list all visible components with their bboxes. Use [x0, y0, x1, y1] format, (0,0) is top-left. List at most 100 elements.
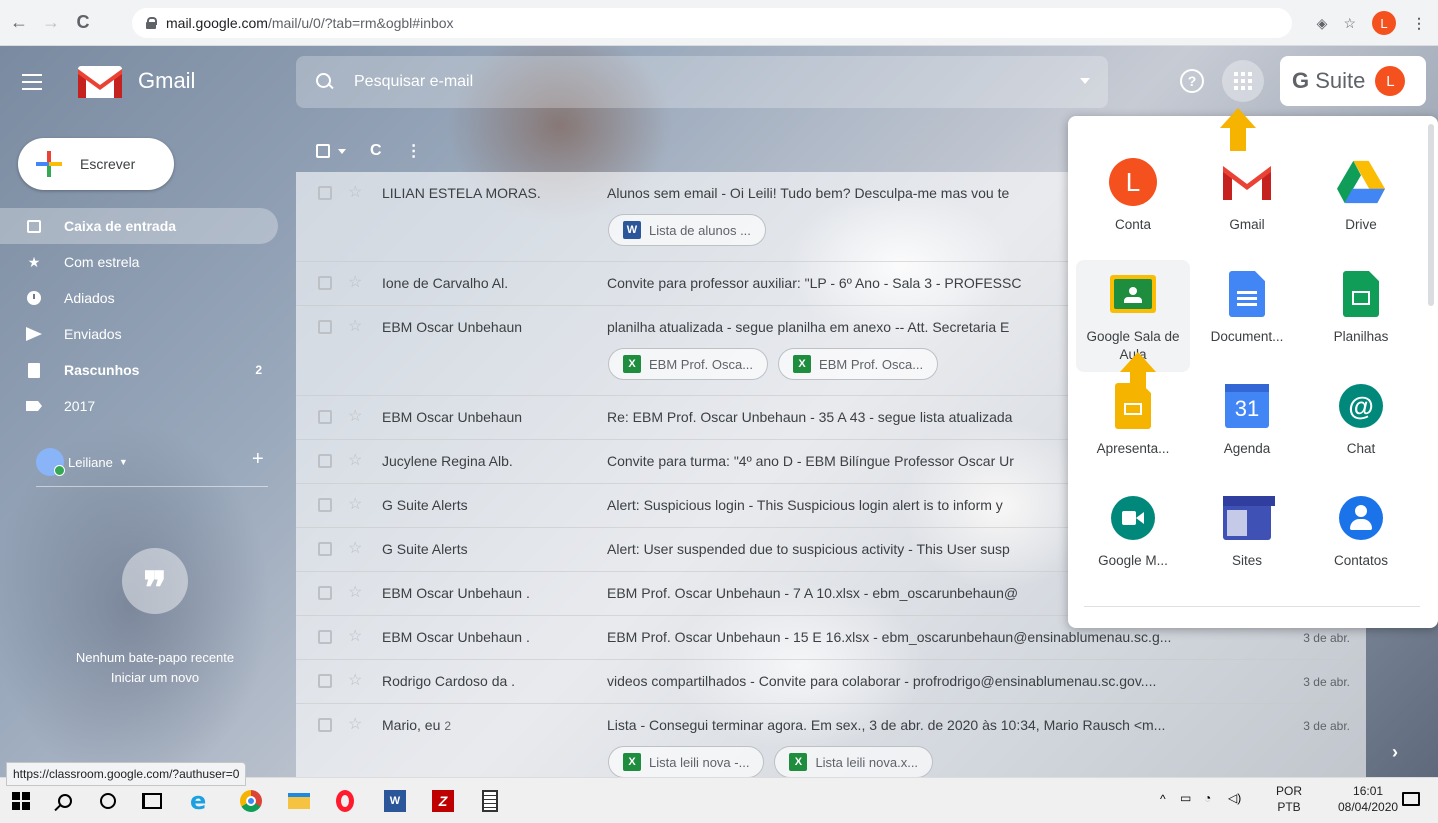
cortana-icon[interactable]	[100, 789, 116, 813]
row-checkbox[interactable]	[318, 498, 332, 512]
search-icon[interactable]	[316, 73, 334, 91]
account-avatar[interactable]: L	[1375, 66, 1406, 96]
star-outline-icon[interactable]: ☆	[348, 538, 362, 558]
row-checkbox[interactable]	[318, 542, 332, 556]
new-chat-plus-icon[interactable]: +	[252, 448, 264, 471]
refresh-icon[interactable]: C	[370, 142, 382, 160]
word-icon[interactable]: W	[384, 789, 406, 813]
star-outline-icon[interactable]: ☆	[348, 316, 362, 336]
file-explorer-icon[interactable]	[288, 789, 310, 813]
sidebar-item-inbox[interactable]: Caixa de entrada	[0, 208, 278, 244]
launcher-app-contacts[interactable]: Contatos	[1304, 484, 1418, 596]
start-new-chat-link[interactable]: Iniciar um novo	[0, 670, 310, 685]
launcher-app-drive[interactable]: Drive	[1304, 148, 1418, 260]
row-checkbox[interactable]	[318, 674, 332, 688]
browser-menu-icon[interactable]: ⋮	[1412, 15, 1426, 32]
select-all-checkbox[interactable]	[316, 144, 330, 158]
attachment-chip[interactable]: X EBM Prof. Osca...	[778, 348, 939, 380]
tray-chevron-up-icon[interactable]: ^	[1160, 792, 1166, 806]
search-input[interactable]	[352, 72, 1052, 92]
row-checkbox[interactable]	[318, 718, 332, 732]
star-outline-icon[interactable]: ☆	[348, 582, 362, 602]
mail-sender: EBM Oscar Unbehaun .	[382, 629, 592, 645]
input-language[interactable]: POR PTB	[1276, 783, 1302, 815]
compose-label: Escrever	[80, 156, 136, 172]
notification-center-icon[interactable]	[1402, 792, 1420, 806]
search-bar[interactable]	[296, 56, 1108, 108]
expand-side-panel-chevron-right-icon[interactable]: ›	[1392, 742, 1398, 763]
star-outline-icon[interactable]: ☆	[348, 670, 362, 690]
launcher-app-chat[interactable]: @ Chat	[1304, 372, 1418, 484]
address-bar[interactable]: mail.google.com/mail/u/0/?tab=rm&ogbl#in…	[132, 8, 1292, 38]
row-checkbox[interactable]	[318, 586, 332, 600]
row-checkbox[interactable]	[318, 186, 332, 200]
chrome-icon[interactable]	[240, 789, 262, 813]
attachment-chip[interactable]: X EBM Prof. Osca...	[608, 348, 769, 380]
back-arrow-icon[interactable]: ←	[6, 10, 32, 36]
star-outline-icon[interactable]: ☆	[348, 272, 362, 292]
gmail-logo-icon[interactable]	[78, 66, 122, 98]
status-bar-url: https://classroom.google.com/?authuser=0	[6, 762, 247, 786]
clock-date: 08/04/2020	[1338, 800, 1399, 814]
taskbar-search-icon[interactable]	[58, 789, 72, 813]
start-button[interactable]	[12, 789, 30, 813]
row-checkbox[interactable]	[318, 320, 332, 334]
star-outline-icon[interactable]: ☆	[348, 406, 362, 426]
row-checkbox[interactable]	[318, 276, 332, 290]
volume-icon[interactable]: ◁)	[1228, 791, 1241, 805]
reload-icon[interactable]: C	[70, 10, 96, 36]
bookmark-star-icon[interactable]: ☆	[1343, 15, 1356, 32]
opera-icon[interactable]	[336, 789, 354, 813]
compose-button[interactable]: Escrever	[18, 138, 174, 190]
calculator-icon[interactable]	[482, 789, 498, 813]
attachment-name: Lista leili nova -...	[649, 754, 750, 770]
select-options-chevron-down-icon[interactable]	[338, 148, 346, 154]
star-outline-icon[interactable]: ☆	[348, 626, 362, 646]
search-options-chevron-down-icon[interactable]	[1080, 78, 1090, 84]
browser-profile-avatar[interactable]: L	[1372, 11, 1396, 35]
hangouts-user[interactable]: Leiliane ▼	[36, 448, 128, 476]
sidebar-item-drafts[interactable]: Rascunhos 2	[0, 352, 290, 388]
star-outline-icon[interactable]: ☆	[348, 714, 362, 734]
extension-icon[interactable]: ◈	[1317, 15, 1328, 32]
star-outline-icon[interactable]: ☆	[348, 494, 362, 514]
row-checkbox[interactable]	[318, 630, 332, 644]
attachment-chip[interactable]: X Lista leili nova -...	[608, 746, 765, 778]
sender-name: G Suite Alerts	[382, 541, 468, 557]
task-view-icon[interactable]	[142, 789, 162, 813]
sheets-icon	[1337, 270, 1385, 318]
row-checkbox[interactable]	[318, 454, 332, 468]
internet-explorer-icon[interactable]: e	[190, 787, 206, 815]
wifi-icon[interactable]: ◔	[1204, 791, 1211, 805]
sidebar-item-snoozed[interactable]: Adiados	[0, 280, 290, 316]
launcher-app-meet[interactable]: Google M...	[1076, 484, 1190, 596]
star-outline-icon[interactable]: ☆	[348, 182, 362, 202]
row-checkbox[interactable]	[318, 410, 332, 424]
attachment-chip[interactable]: X Lista leili nova.x...	[774, 746, 934, 778]
battery-icon[interactable]: ▭	[1180, 791, 1191, 805]
gsuite-account-badge[interactable]: G Suite L	[1280, 56, 1426, 106]
launcher-app-docs[interactable]: Document...	[1190, 260, 1304, 372]
sidebar-item-starred[interactable]: ★ Com estrela	[0, 244, 290, 280]
launcher-app-gmail[interactable]: Gmail	[1190, 148, 1304, 260]
sidebar-item-sent[interactable]: Enviados	[0, 316, 290, 352]
launcher-scrollbar[interactable]	[1428, 124, 1434, 306]
mail-sender: EBM Oscar Unbehaun	[382, 409, 592, 425]
mail-snippet: EBM Prof. Oscar Unbehaun - 15 E 16.xlsx …	[607, 629, 1172, 645]
forward-arrow-icon[interactable]: →	[38, 10, 64, 36]
sidebar-item-label-2017[interactable]: 2017	[0, 388, 290, 424]
main-menu-icon[interactable]	[22, 74, 42, 90]
launcher-app-calendar[interactable]: 31 Agenda	[1190, 372, 1304, 484]
filezilla-icon[interactable]: Z	[432, 789, 454, 813]
launcher-app-sites[interactable]: Sites	[1190, 484, 1304, 596]
mail-sender: Rodrigo Cardoso da .	[382, 673, 592, 689]
star-outline-icon[interactable]: ☆	[348, 450, 362, 470]
more-options-icon[interactable]: ⋮	[406, 141, 422, 161]
apps-grid-icon[interactable]	[1222, 60, 1264, 102]
system-clock[interactable]: 16:01 08/04/2020	[1338, 783, 1398, 815]
help-icon[interactable]: ?	[1180, 69, 1204, 93]
launcher-app-sheets[interactable]: Planilhas	[1304, 260, 1418, 372]
attachment-chip[interactable]: W Lista de alunos ...	[608, 214, 766, 246]
launcher-app-account[interactable]: L Conta	[1076, 148, 1190, 260]
mail-row[interactable]: ☆ Rodrigo Cardoso da . videos compartilhad…	[296, 660, 1366, 704]
